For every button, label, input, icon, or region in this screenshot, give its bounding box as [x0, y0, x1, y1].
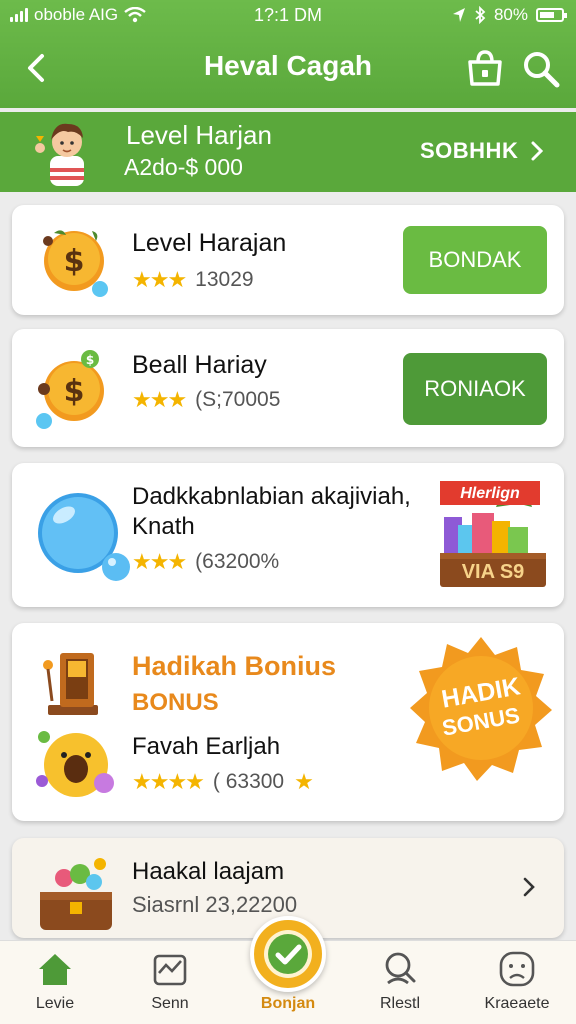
coin-bag-icon: $: [43, 230, 108, 297]
list-item[interactable]: $ Level Harajan ★★★ 13029 BONDAK: [12, 205, 564, 315]
tab-label: Rlestl: [379, 995, 420, 1012]
monster-face-icon: [36, 731, 114, 797]
bonus-subtitle: BONUS: [132, 689, 219, 716]
chevron-right-icon: [531, 141, 544, 161]
banner-link[interactable]: SOBHHK: [420, 138, 544, 164]
banner-title: Level Harjan: [126, 120, 272, 150]
battery-percent: 80%: [493, 5, 528, 24]
rating-text: 13029: [195, 268, 254, 291]
bondak-button[interactable]: BONDAK: [403, 226, 547, 294]
home-icon: [39, 954, 71, 985]
tab-home[interactable]: Levie: [0, 941, 110, 1024]
tab-label: Bonjan: [260, 995, 316, 1012]
shop-bag-icon[interactable]: [464, 48, 506, 90]
rating-text: (63200%: [195, 550, 280, 573]
search-icon[interactable]: [520, 48, 562, 90]
tab-rlestl[interactable]: Rlestl: [345, 941, 455, 1024]
bluetooth-icon: [475, 6, 486, 24]
promo-crate[interactable]: Hlerlign VIA S9: [436, 477, 550, 589]
item-rating: ★★★ (63200%: [132, 549, 279, 575]
coin-bag-icon: $ $: [36, 350, 104, 429]
chart-icon: [153, 954, 187, 986]
star-icon: ★★★: [132, 267, 187, 292]
svg-text:$: $: [64, 374, 85, 409]
star-icon: ★: [294, 769, 314, 794]
promo-crate-label: VIA S9: [461, 561, 525, 583]
star-icon: ★★★: [132, 549, 187, 574]
item-rating: ★★★ (S;70005: [132, 387, 280, 413]
item-rating: ★★★★ ( 63300 ★: [132, 769, 314, 795]
battery-icon: [536, 8, 567, 22]
item-subtitle: Knath: [132, 513, 195, 540]
item-subtitle: Siasrnl 23,22200: [132, 892, 298, 917]
bonus-title: Hadikah Bonius: [132, 651, 337, 681]
item-title: Favah Earljah: [132, 733, 281, 760]
banner-subtitle: A2do-$ 000: [124, 154, 243, 180]
list-item[interactable]: Dadkkabnlabian akajiviah, Knath ★★★ (632…: [12, 463, 564, 607]
search-icon: [385, 952, 416, 985]
item-title: Beall Hariay: [132, 351, 267, 379]
tab-senn[interactable]: Senn: [115, 941, 225, 1024]
check-icon: [264, 930, 312, 978]
sad-face-icon: [499, 951, 535, 987]
banner-link-label: SOBHHK: [420, 138, 519, 163]
tab-label: Senn: [151, 995, 189, 1012]
slot-machine-icon: [43, 653, 98, 715]
list-item[interactable]: Hadikah Bonius BONUS Favah Earljah ★★★★ …: [12, 623, 564, 821]
tab-label: Kraeaete: [484, 995, 550, 1012]
item-rating: ★★★ 13029: [132, 267, 254, 293]
bubble-icon: [38, 493, 130, 581]
tab-kraeaete[interactable]: Kraeaete: [462, 941, 572, 1024]
back-button[interactable]: [18, 48, 58, 88]
roniaok-button[interactable]: RONIAOK: [403, 353, 547, 425]
rating-text: ( 63300: [212, 770, 285, 793]
svg-text:$: $: [86, 353, 94, 367]
chevron-right-icon[interactable]: [522, 876, 536, 898]
status-bar: oboble AIG 1?:1 DM 80%: [0, 0, 576, 32]
top-bar: oboble AIG 1?:1 DM 80% Heval Cagah: [0, 0, 576, 108]
check-fab-button[interactable]: [250, 916, 326, 992]
item-title: Dadkkabnlabian akajiviah,: [132, 483, 411, 510]
promo-label: Hlerlign: [460, 485, 520, 502]
bonus-badge[interactable]: HADIK SONUS: [406, 633, 556, 783]
character-avatar: [35, 123, 84, 186]
svg-text:$: $: [64, 244, 85, 279]
star-icon: ★★★: [132, 387, 187, 412]
treasure-chest-icon: [40, 858, 112, 930]
rating-text: (S;70005: [195, 388, 281, 411]
star-icon: ★★★★: [132, 769, 205, 794]
item-title: Level Harajan: [132, 229, 287, 257]
location-icon: [452, 8, 465, 22]
item-title: Haakal laajam: [132, 858, 285, 885]
list-item[interactable]: $ $ Beall Hariay ★★★ (S;70005 RONIAOK: [12, 329, 564, 447]
tab-label: Levie: [35, 995, 75, 1012]
level-banner[interactable]: Level Harjan A2do-$ 000 SOBHHK: [0, 112, 576, 192]
